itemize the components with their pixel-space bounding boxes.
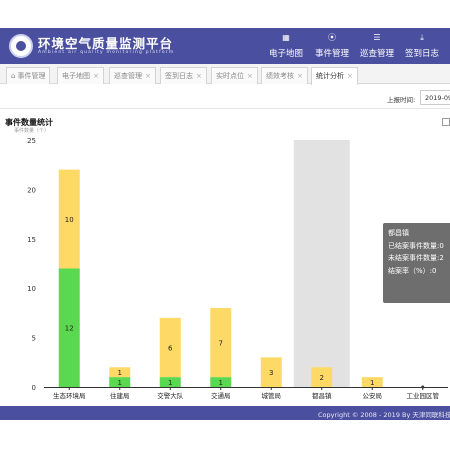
y-tick-label: 15	[27, 236, 36, 244]
bar-value-label: 6	[168, 344, 173, 352]
tooltip-closure-rate: 结案率（%）:0	[388, 266, 437, 275]
report-time-label: 上报时间:	[387, 96, 416, 104]
y-tick-label: 5	[32, 335, 36, 343]
hover-highlight-band	[293, 140, 350, 387]
bar-value-label: 1	[219, 379, 223, 387]
tab-statistics[interactable]: 统计分析 ×	[311, 67, 358, 85]
home-icon: ⌂	[11, 72, 16, 80]
zero-marker	[421, 385, 425, 389]
tab-bar: ⌂ 事件管理 电子地图 × 巡查管理 × 签到日志 × 实时点位 × 绩效考核 × 统计分析…	[0, 64, 450, 85]
y-tick-label: 20	[27, 186, 36, 194]
y-tick-label: 0	[32, 384, 36, 392]
export-icon[interactable]	[442, 118, 450, 126]
tab-realtime-points[interactable]: 实时点位 ×	[211, 67, 258, 84]
tab-label: 事件管理	[17, 72, 46, 80]
nav-signin-log[interactable]: ⤓ 签到日志	[394, 28, 450, 64]
tab-label: 巡查管理	[114, 72, 142, 80]
bar-value-label: 12	[65, 325, 74, 333]
tooltip-open-count: 未结案事件数量:2	[388, 254, 444, 262]
tooltip-title: 都昌镇	[388, 229, 409, 237]
close-icon[interactable]: ×	[145, 72, 151, 80]
download-icon: ⤓	[420, 33, 424, 42]
x-category-label: 交警大队	[157, 391, 184, 400]
bar-value-label: 1	[370, 379, 374, 387]
x-category-label: 住建局	[110, 391, 130, 400]
tab-label: 电子地图	[62, 72, 90, 80]
tooltip-closed-count: 已结案事件数量:0	[388, 241, 444, 250]
bar-value-label: 10	[65, 216, 74, 224]
chart-tooltip: 都昌镇 已结案事件数量:0 未结案事件数量:2 结案率（%）:0	[383, 223, 450, 303]
close-icon[interactable]: ×	[297, 72, 303, 80]
tab-performance[interactable]: 绩效考核 ×	[261, 67, 308, 84]
bar-value-label: 2	[320, 374, 324, 382]
filter-toolbar: 上报时间: 2019-09	[0, 87, 450, 109]
tab-label: 绩效考核	[266, 72, 294, 80]
tab-electronic-map[interactable]: 电子地图 ×	[57, 67, 104, 84]
x-category-label: 交通局	[211, 391, 231, 400]
close-icon[interactable]: ×	[93, 72, 99, 80]
app-header: 环境空气质量监测平台 Ambient air quality monitorin…	[0, 28, 450, 64]
bar-value-label: 1	[168, 379, 172, 387]
bar-value-label: 7	[219, 340, 223, 348]
x-category-label: 工业园区管	[407, 391, 440, 400]
tab-signin-log[interactable]: 签到日志 ×	[160, 67, 207, 84]
copyright-text: Copyright © 2008 - 2019 By 天津同联科技发展	[318, 411, 450, 419]
logo-icon	[9, 34, 33, 58]
tab-label: 实时点位	[216, 72, 244, 80]
close-icon[interactable]: ×	[247, 72, 253, 80]
y-tick-label: 25	[27, 137, 36, 145]
tab-event-management[interactable]: ⌂ 事件管理	[6, 67, 51, 84]
footer: Copyright © 2008 - 2019 By 天津同联科技发展	[0, 406, 450, 420]
bar-value-label: 3	[269, 369, 273, 377]
tab-label: 签到日志	[165, 72, 193, 80]
bar-value-label: 1	[118, 379, 122, 387]
x-category-label: 公安局	[363, 391, 383, 400]
tab-label: 统计分析	[316, 72, 344, 80]
tab-patrol-management[interactable]: 巡查管理 ×	[109, 67, 156, 84]
nav-label: 签到日志	[404, 49, 439, 59]
report-time-input[interactable]: 2019-09	[420, 90, 450, 105]
close-icon[interactable]: ×	[196, 72, 202, 80]
app-subtitle: Ambient air quality monitoring platform	[38, 50, 175, 55]
x-category-label: 城管局	[262, 391, 282, 400]
y-tick-label: 10	[27, 285, 36, 293]
x-category-label: 生态环境局	[53, 391, 86, 400]
bar-value-label: 1	[118, 369, 122, 377]
close-icon[interactable]: ×	[347, 72, 353, 80]
x-category-label: 都昌镇	[312, 391, 332, 400]
